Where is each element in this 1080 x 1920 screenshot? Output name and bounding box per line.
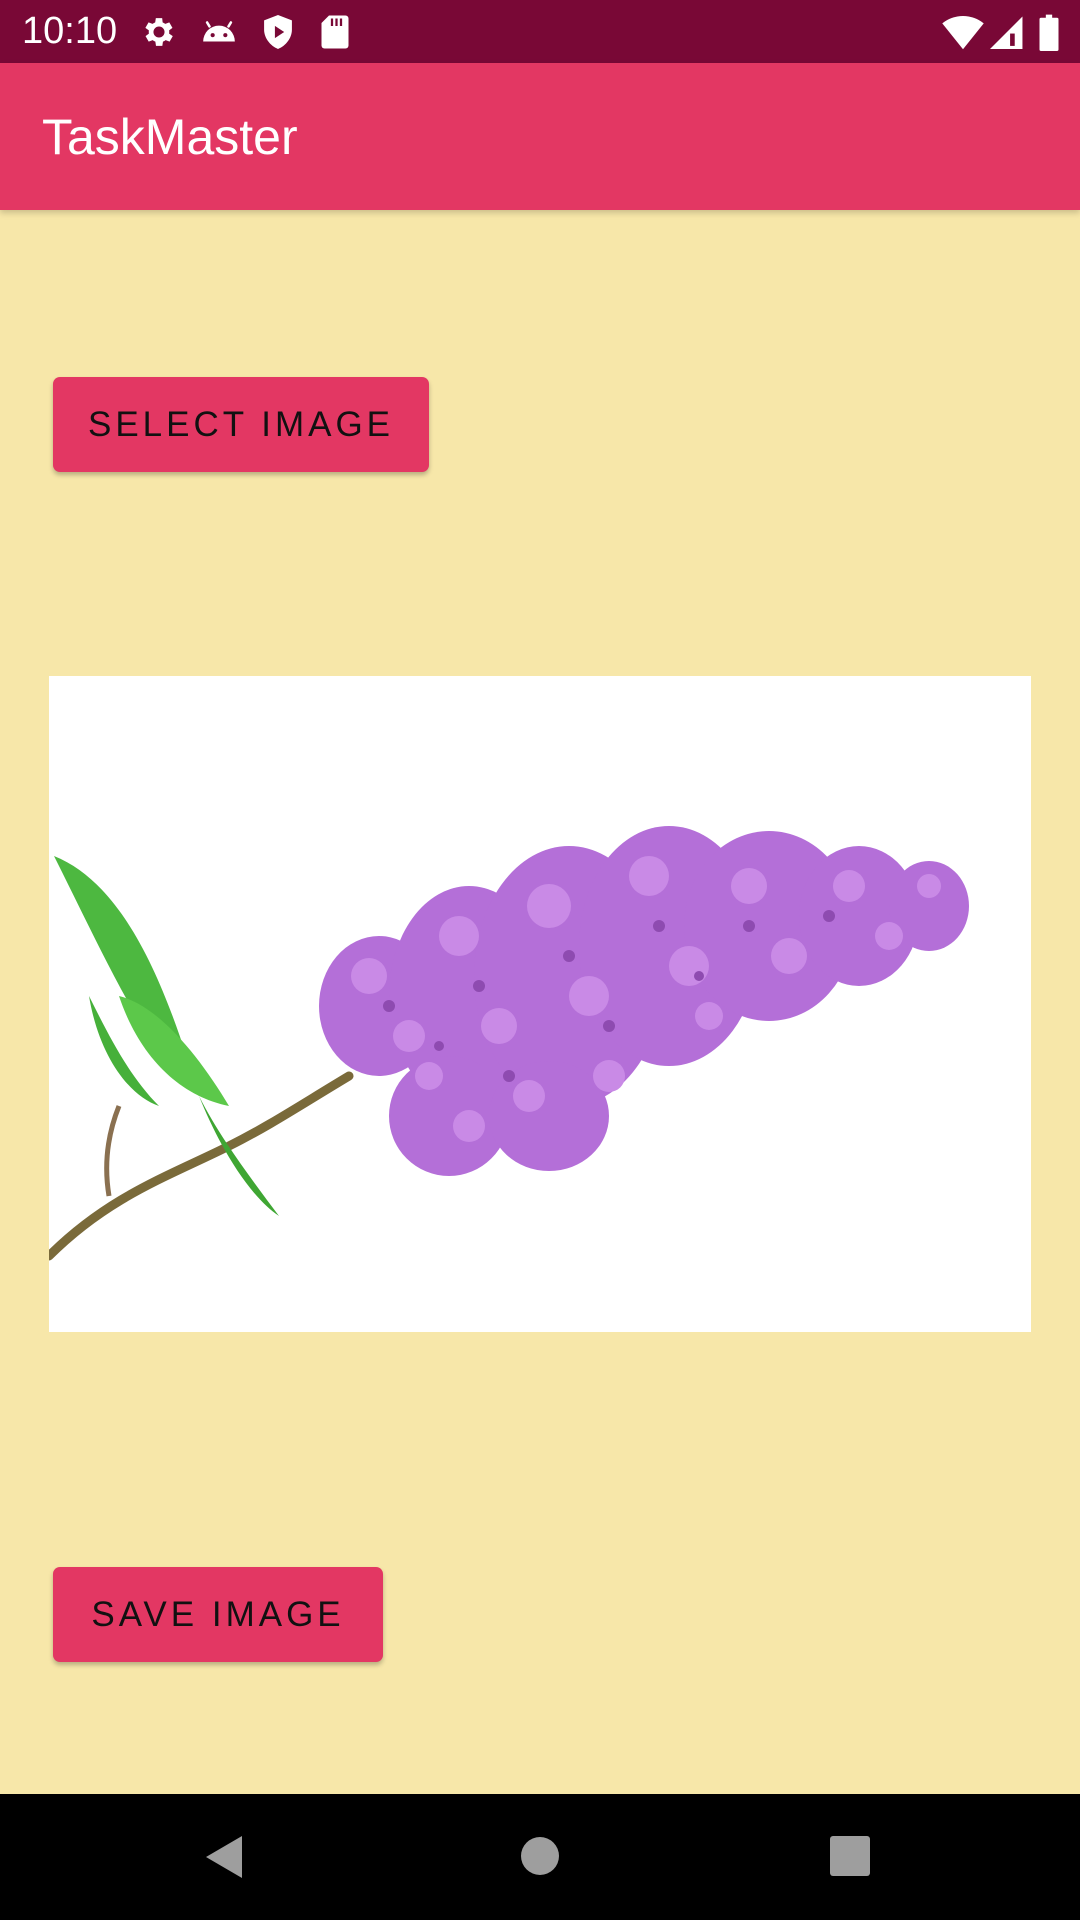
select-image-button[interactable]: SELECT IMAGE [53, 377, 429, 472]
save-image-button[interactable]: SAVE IMAGE [53, 1567, 383, 1662]
screen: 10:10 TaskMaster SELECT IMAGE SAVE IMAGE [0, 0, 1080, 1920]
android-icon [199, 13, 237, 51]
battery-icon [1038, 13, 1076, 52]
gear-icon [140, 13, 178, 51]
signal-icon [990, 13, 1028, 51]
status-bar: 10:10 [0, 0, 1080, 63]
app-bar: TaskMaster [0, 63, 1080, 210]
home-icon[interactable] [520, 1836, 560, 1881]
app-title: TaskMaster [42, 109, 298, 165]
shield-icon [261, 13, 299, 51]
back-icon[interactable] [204, 1834, 244, 1885]
status-time: 10:10 [22, 10, 118, 52]
recents-icon[interactable] [830, 1836, 870, 1881]
selected-image [49, 676, 1031, 1332]
wifi-icon [942, 13, 984, 51]
sd-card-icon [320, 13, 358, 51]
nav-bar [0, 1794, 1080, 1920]
